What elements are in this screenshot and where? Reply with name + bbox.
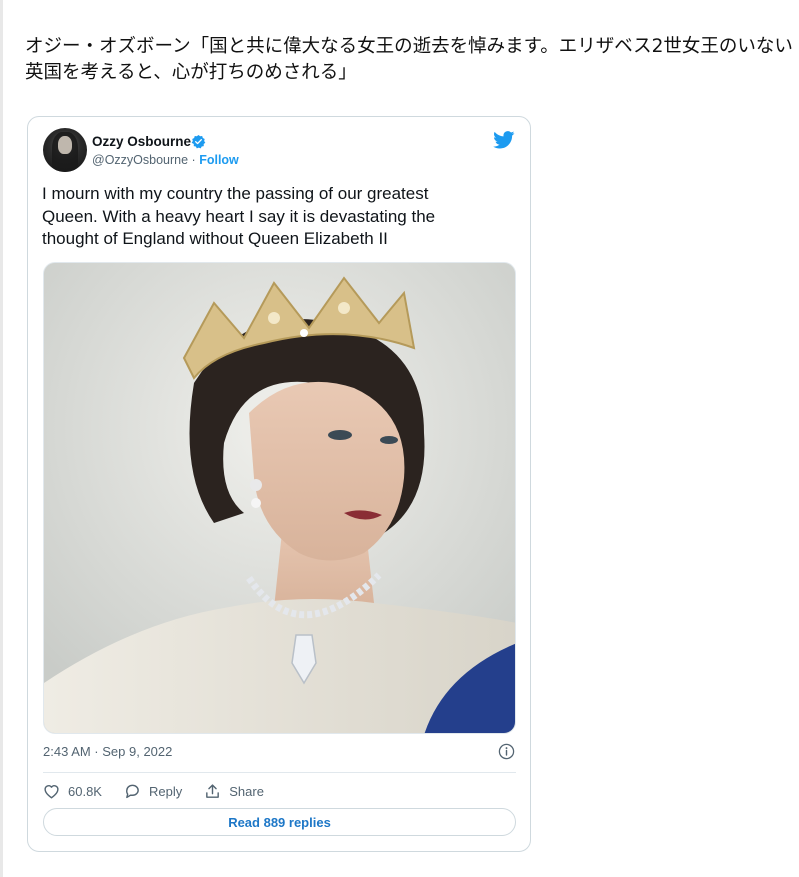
tweet-text: I mourn with my country the passing of o… [42, 184, 436, 248]
article-headline: オジー・オズボーン「国と共に偉大なる女王の逝去を悼みます。エリザベス2世女王のい… [25, 36, 793, 83]
share-action[interactable]: Share [204, 783, 264, 800]
verified-icon [191, 134, 206, 149]
like-count: 60.8K [68, 783, 102, 799]
author-handle[interactable]: @OzzyOsbourne [92, 153, 188, 167]
author-name[interactable]: Ozzy Osbourne [92, 134, 191, 149]
page-left-rule [0, 0, 3, 877]
share-icon [206, 783, 220, 798]
follow-link[interactable]: Follow [199, 153, 239, 167]
tweet-actions: 60.8K Reply Share [43, 781, 286, 801]
reply-action[interactable]: Reply [124, 783, 182, 799]
author-handle-row: @OzzyOsbourne · Follow [92, 153, 239, 167]
tweet-timestamp[interactable]: 2:43 AM · Sep 9, 2022 [43, 744, 172, 759]
like-action[interactable]: 60.8K [43, 783, 102, 799]
author-avatar[interactable] [43, 128, 87, 172]
twitter-icon[interactable] [493, 131, 515, 149]
read-replies-button[interactable]: Read 889 replies [43, 808, 516, 836]
heart-icon [44, 785, 59, 799]
handle-separator: · [191, 153, 196, 167]
share-label: Share [229, 783, 264, 799]
reply-label: Reply [148, 783, 183, 799]
embedded-tweet-card: Ozzy Osbourne @OzzyOsbourne · Follow I m… [27, 116, 531, 852]
tweet-photo[interactable] [43, 262, 516, 734]
reply-icon [126, 784, 139, 799]
tweet-divider [43, 772, 516, 773]
info-icon[interactable] [498, 743, 515, 760]
